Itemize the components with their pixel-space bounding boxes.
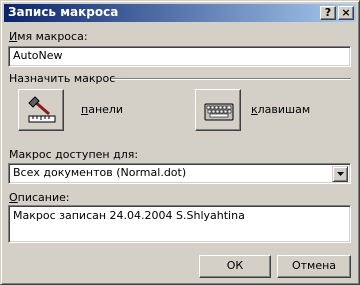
keyboard-icon [204, 103, 234, 121]
store-in-select[interactable]: Всех документов (Normal.dot) [8, 163, 351, 184]
hammer-ruler-icon [28, 96, 56, 123]
store-in-selected-value: Всех документов (Normal.dot) [13, 166, 187, 179]
title-bar[interactable]: Запись макроса ? × [4, 4, 356, 22]
macro-name-label: Имя макроса: [9, 30, 88, 43]
assign-macro-group-label: Назначить макрос [9, 72, 116, 85]
assign-keyboard-button[interactable] [195, 89, 241, 131]
group-divider [111, 78, 351, 80]
close-button[interactable]: × [338, 6, 354, 20]
ok-button[interactable]: ОК [199, 255, 271, 278]
description-value: Макрос записан 24.04.2004 S.Shlyahtina [13, 209, 245, 222]
macro-name-input[interactable]: AutoNew [8, 46, 351, 67]
chevron-down-icon [337, 172, 344, 176]
help-button[interactable]: ? [320, 6, 336, 20]
store-in-label: Макрос доступен для: [9, 148, 139, 161]
dropdown-button[interactable] [332, 166, 348, 182]
toolbar-label: панели [81, 103, 124, 116]
record-macro-dialog: Запись макроса ? × Имя макроса: AutoNew … [0, 0, 360, 285]
description-textarea[interactable]: Макрос записан 24.04.2004 S.Shlyahtina [8, 205, 351, 243]
window-title: Запись макроса [8, 5, 119, 19]
description-label: Описание: [9, 191, 70, 204]
assign-toolbar-button[interactable] [18, 89, 64, 131]
cancel-button[interactable]: Отмена [277, 255, 351, 278]
keyboard-label: клавишам [251, 103, 311, 116]
macro-name-value: AutoNew [13, 49, 63, 62]
